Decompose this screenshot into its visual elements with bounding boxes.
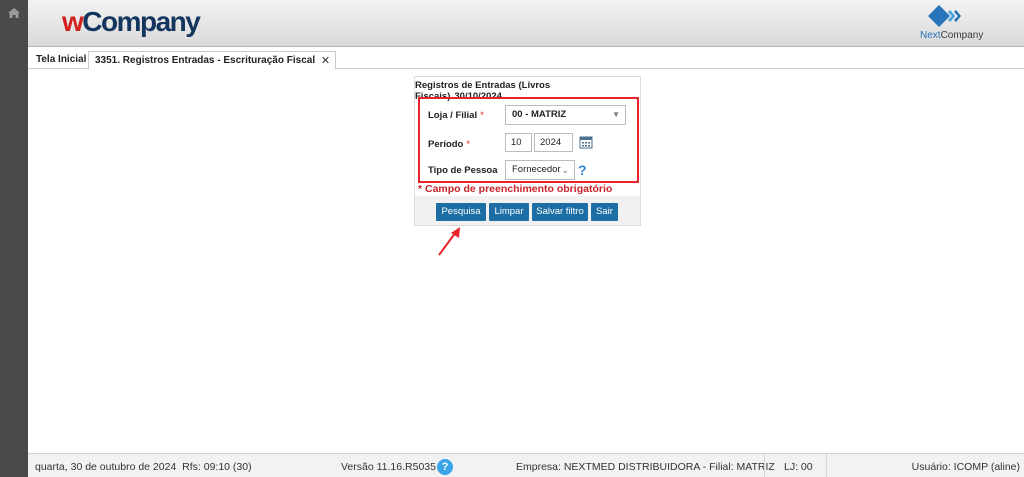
chevron-down-icon: ⌄ (561, 165, 569, 175)
nextcompany-logo: NextCompany (920, 3, 984, 43)
required-fields-note: * Campo de preenchimento obrigatório (418, 183, 613, 195)
tab-tela-inicial[interactable]: Tela Inicial (30, 51, 92, 69)
status-divider (764, 454, 765, 477)
tab-label: 3351. Registros Entradas - Escrituração … (95, 55, 316, 66)
status-lj: LJ: 00 (784, 461, 813, 473)
wcompany-logo[interactable]: wCompany (62, 7, 201, 37)
periodo-month-input[interactable]: 10 (505, 133, 532, 152)
loja-filial-label: Loja / Filial * (428, 110, 484, 121)
tipo-pessoa-label: Tipo de Pessoa (428, 165, 498, 176)
tab-bar: Tela Inicial 3351. Registros Entradas - … (28, 47, 1024, 70)
nextcompany-logo-text: NextCompany (920, 30, 984, 41)
clear-button[interactable]: Limpar (489, 203, 529, 221)
chevron-down-icon: ▼ (612, 110, 620, 119)
status-date: quarta, 30 de outubro de 2024 Rfs: 09:10… (35, 461, 252, 473)
tab-label: Tela Inicial (36, 54, 87, 65)
nextcompany-logo-icon (928, 5, 961, 27)
tipo-pessoa-select[interactable]: Fornecedor ⌄ (505, 160, 575, 180)
home-icon[interactable] (7, 7, 21, 19)
side-rail (0, 0, 28, 477)
exit-button[interactable]: Sair (591, 203, 618, 221)
search-button[interactable]: Pesquisa (436, 203, 486, 221)
save-filter-button[interactable]: Salvar filtro (532, 203, 588, 221)
close-icon[interactable]: ✕ (321, 52, 330, 70)
annotation-arrow-icon (438, 227, 460, 256)
loja-filial-select[interactable]: 00 - MATRIZ ▼ (505, 105, 626, 125)
periodo-year-input[interactable]: 2024 (534, 133, 573, 152)
calendar-icon[interactable] (579, 135, 593, 149)
status-divider (826, 454, 827, 477)
help-icon[interactable]: ? (578, 162, 587, 178)
status-user: Usuário: ICOMP (aline) (911, 461, 1020, 473)
status-version: Versão 11.16.R5035 (341, 461, 436, 473)
periodo-label: Período * (428, 139, 471, 150)
app-window: wCompany NextCompany Tela Inicial 3351. … (0, 0, 1024, 477)
app-header: wCompany NextCompany (28, 0, 1024, 47)
status-company: Empresa: NEXTMED DISTRIBUIDORA - Filial:… (516, 461, 775, 473)
status-bar: quarta, 30 de outubro de 2024 Rfs: 09:10… (28, 453, 1024, 477)
tab-registros-entradas[interactable]: 3351. Registros Entradas - Escrituração … (88, 51, 337, 70)
help-icon[interactable]: ? (437, 459, 453, 475)
